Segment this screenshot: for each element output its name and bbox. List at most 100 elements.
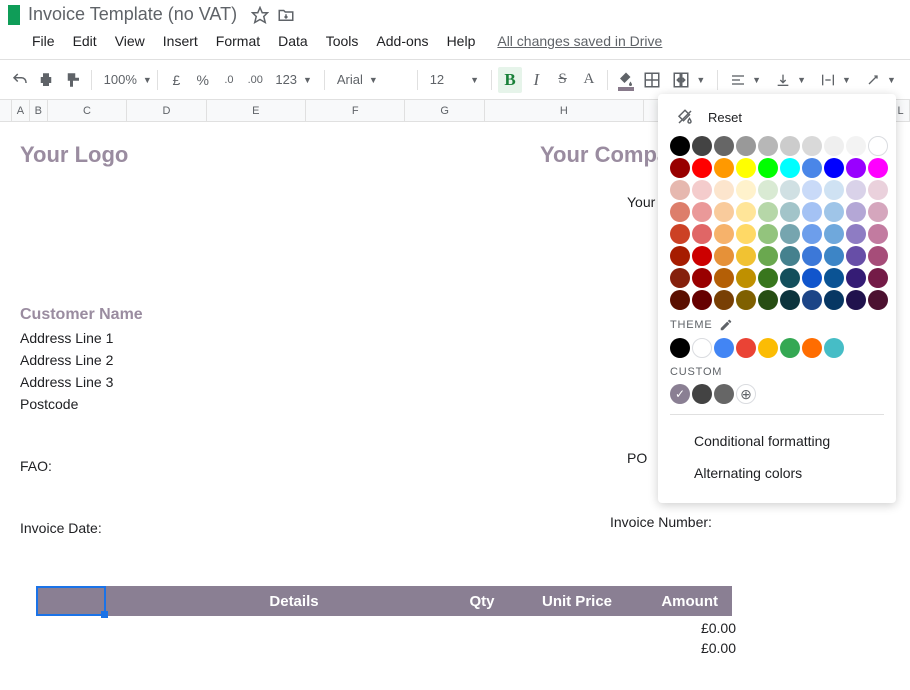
color-swatch[interactable]: [868, 136, 888, 156]
theme-color-swatch[interactable]: [670, 338, 690, 358]
strikethrough-button[interactable]: S: [550, 67, 574, 93]
theme-color-swatch[interactable]: [802, 338, 822, 358]
font-family-select[interactable]: Arial▼: [331, 72, 411, 87]
document-title[interactable]: Invoice Template (no VAT): [28, 4, 237, 25]
color-swatch[interactable]: [736, 224, 756, 244]
color-swatch[interactable]: [780, 268, 800, 288]
fill-color-button[interactable]: [614, 67, 638, 93]
color-swatch[interactable]: [802, 290, 822, 310]
menu-help[interactable]: Help: [439, 29, 484, 53]
col-header-a[interactable]: A: [12, 100, 30, 121]
text-color-button[interactable]: A: [577, 67, 601, 93]
col-header-g[interactable]: G: [405, 100, 484, 121]
color-swatch[interactable]: [802, 246, 822, 266]
color-swatch[interactable]: [670, 246, 690, 266]
color-swatch[interactable]: [670, 136, 690, 156]
color-swatch[interactable]: [868, 202, 888, 222]
conditional-formatting-link[interactable]: Conditional formatting: [670, 425, 884, 457]
color-swatch[interactable]: [714, 158, 734, 178]
col-header-c[interactable]: C: [48, 100, 127, 121]
app-logo[interactable]: [8, 5, 20, 25]
custom-color-swatch[interactable]: ✓: [670, 384, 690, 404]
color-swatch[interactable]: [758, 246, 778, 266]
currency-button[interactable]: £: [164, 67, 188, 93]
color-swatch[interactable]: [868, 158, 888, 178]
color-swatch[interactable]: [780, 246, 800, 266]
pencil-icon[interactable]: [719, 318, 733, 332]
color-swatch[interactable]: [846, 246, 866, 266]
color-swatch[interactable]: [802, 268, 822, 288]
color-swatch[interactable]: [692, 268, 712, 288]
color-swatch[interactable]: [692, 136, 712, 156]
menu-data[interactable]: Data: [270, 29, 316, 53]
theme-color-swatch[interactable]: [736, 338, 756, 358]
color-swatch[interactable]: [670, 224, 690, 244]
color-swatch[interactable]: [670, 290, 690, 310]
invoice-date-label[interactable]: Invoice Date:: [20, 520, 910, 536]
color-swatch[interactable]: [780, 180, 800, 200]
menu-insert[interactable]: Insert: [155, 29, 206, 53]
color-swatch[interactable]: [824, 158, 844, 178]
amount-row-2[interactable]: £0.00: [38, 640, 750, 656]
color-swatch[interactable]: [758, 180, 778, 200]
menu-addons[interactable]: Add-ons: [368, 29, 436, 53]
color-swatch[interactable]: [714, 136, 734, 156]
color-swatch[interactable]: [758, 202, 778, 222]
bold-button[interactable]: B: [498, 67, 522, 93]
menu-edit[interactable]: Edit: [65, 29, 105, 53]
color-swatch[interactable]: [824, 268, 844, 288]
text-rotation-button[interactable]: ▼: [859, 72, 902, 88]
color-swatch[interactable]: [714, 246, 734, 266]
color-swatch[interactable]: [736, 268, 756, 288]
color-swatch[interactable]: [692, 180, 712, 200]
percent-button[interactable]: %: [191, 67, 215, 93]
color-swatch[interactable]: [670, 268, 690, 288]
color-swatch[interactable]: [780, 158, 800, 178]
color-swatch[interactable]: [758, 158, 778, 178]
color-swatch[interactable]: [868, 290, 888, 310]
color-swatch[interactable]: [802, 136, 822, 156]
color-swatch[interactable]: [802, 180, 822, 200]
star-icon[interactable]: [251, 6, 269, 24]
decrease-decimal-button[interactable]: .0: [217, 67, 241, 93]
color-swatch[interactable]: [824, 246, 844, 266]
color-swatch[interactable]: [846, 180, 866, 200]
borders-button[interactable]: [640, 67, 664, 93]
reset-button[interactable]: Reset: [670, 104, 884, 136]
paint-format-button[interactable]: [61, 67, 85, 93]
color-swatch[interactable]: [780, 290, 800, 310]
color-swatch[interactable]: [846, 158, 866, 178]
color-swatch[interactable]: [714, 180, 734, 200]
custom-color-swatch[interactable]: [692, 384, 712, 404]
color-swatch[interactable]: [714, 290, 734, 310]
color-swatch[interactable]: [670, 158, 690, 178]
color-swatch[interactable]: [758, 268, 778, 288]
color-swatch[interactable]: [846, 268, 866, 288]
color-swatch[interactable]: [824, 202, 844, 222]
color-swatch[interactable]: [736, 136, 756, 156]
color-swatch[interactable]: [670, 180, 690, 200]
color-swatch[interactable]: [692, 246, 712, 266]
color-swatch[interactable]: [736, 246, 756, 266]
menu-view[interactable]: View: [107, 29, 153, 53]
theme-color-swatch[interactable]: [824, 338, 844, 358]
color-swatch[interactable]: [670, 202, 690, 222]
menu-tools[interactable]: Tools: [318, 29, 367, 53]
col-header-f[interactable]: F: [306, 100, 405, 121]
invoice-number-label[interactable]: Invoice Number:: [610, 514, 712, 530]
color-swatch[interactable]: [802, 202, 822, 222]
header-qty[interactable]: Qty: [442, 593, 522, 610]
color-swatch[interactable]: [736, 158, 756, 178]
more-formats-button[interactable]: 123▼: [269, 72, 318, 87]
color-swatch[interactable]: [758, 290, 778, 310]
col-header-b[interactable]: B: [30, 100, 48, 121]
color-swatch[interactable]: [868, 246, 888, 266]
col-header-e[interactable]: E: [207, 100, 306, 121]
color-swatch[interactable]: [868, 224, 888, 244]
color-swatch[interactable]: [692, 158, 712, 178]
theme-color-swatch[interactable]: [692, 338, 712, 358]
color-swatch[interactable]: [846, 136, 866, 156]
move-folder-icon[interactable]: [277, 6, 295, 24]
color-swatch[interactable]: [736, 290, 756, 310]
menu-format[interactable]: Format: [208, 29, 268, 53]
